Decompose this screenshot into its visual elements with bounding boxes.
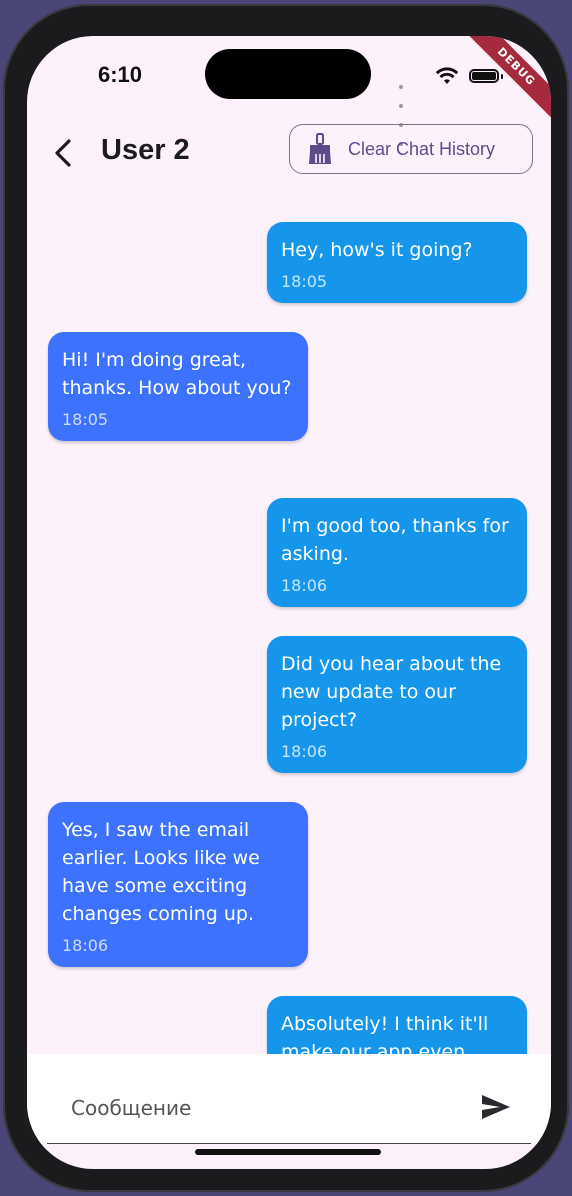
message-time: 18:06 — [281, 576, 328, 595]
app-screen: 6:10 DEBUG User 2 Clear Chat History Hey… — [27, 36, 551, 1169]
battery-icon — [469, 69, 499, 83]
message-time: 18:06 — [281, 742, 328, 761]
app-bar: User 2 Clear Chat History — [27, 122, 551, 182]
message-list[interactable]: Hey, how's it going? 18:05 Hi! I'm doing… — [27, 222, 551, 1054]
message-text: Hey, how's it going? — [281, 239, 473, 261]
battery-tip — [501, 74, 503, 79]
message-time: 18:05 — [62, 410, 109, 429]
wifi-icon — [435, 67, 459, 84]
message-text: Absolutely! I think it'll make our app e… — [281, 1013, 489, 1054]
message-bubble-sent: I'm good too, thanks for asking. 18:06 — [267, 498, 527, 607]
message-text: Did you hear about the new update to our… — [281, 653, 502, 731]
message-bubble-sent: Did you hear about the new update to our… — [267, 636, 527, 773]
composer-bar — [27, 1054, 551, 1144]
message-input[interactable] — [69, 1092, 453, 1124]
back-button[interactable] — [49, 136, 79, 170]
chat-title: User 2 — [101, 134, 190, 166]
home-indicator[interactable] — [195, 1149, 381, 1155]
message-text: Yes, I saw the email earlier. Looks like… — [62, 819, 260, 925]
status-time: 6:10 — [98, 62, 143, 87]
message-text: I'm good too, thanks for asking. — [281, 515, 509, 565]
phone-frame: 6:10 DEBUG User 2 Clear Chat History Hey… — [3, 4, 569, 1192]
message-time: 18:06 — [62, 936, 109, 955]
message-bubble-sent: Hey, how's it going? 18:05 — [267, 222, 527, 303]
message-bubble-received: Hi! I'm doing great, thanks. How about y… — [48, 332, 308, 441]
message-text: Hi! I'm doing great, thanks. How about y… — [62, 349, 292, 399]
composer-divider — [47, 1143, 531, 1144]
broom-icon — [309, 133, 331, 164]
message-time: 18:05 — [281, 272, 328, 291]
clear-chat-history-button[interactable]: Clear Chat History — [289, 124, 533, 174]
dynamic-island — [205, 49, 371, 99]
send-button[interactable] — [479, 1092, 513, 1122]
message-bubble-received: Yes, I saw the email earlier. Looks like… — [48, 802, 308, 967]
arrow-back-icon — [55, 139, 71, 167]
clear-button-label: Clear Chat History — [348, 138, 496, 159]
send-icon — [482, 1095, 510, 1119]
message-bubble-sent: Absolutely! I think it'll make our app e… — [267, 996, 527, 1054]
